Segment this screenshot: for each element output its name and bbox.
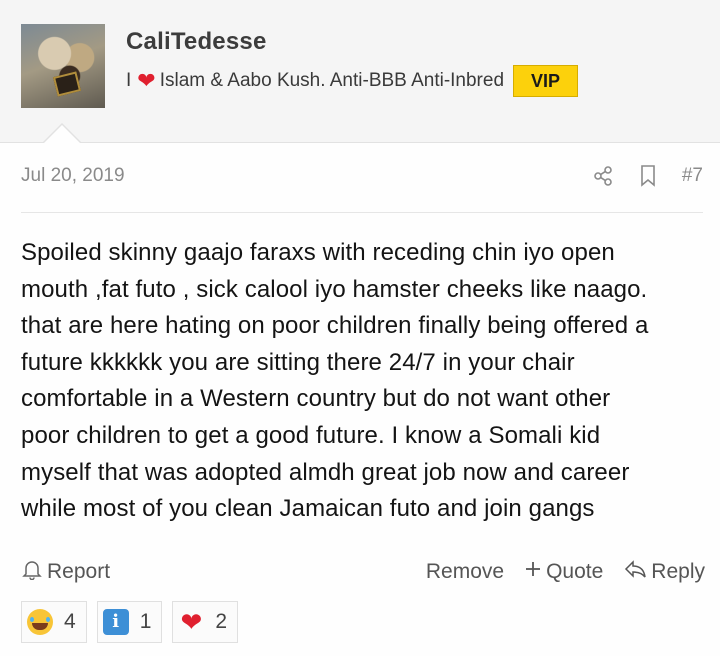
post-actions: Report Remove Quote Reply (21, 558, 705, 586)
bookmark-icon[interactable] (638, 164, 658, 188)
post-meta: Jul 20, 2019 #7 (21, 162, 703, 190)
plus-icon (524, 560, 542, 584)
reply-label: Reply (651, 560, 705, 583)
report-button[interactable]: Report (21, 558, 110, 586)
tagline-prefix: I (126, 70, 132, 91)
heart-icon: ❤ (180, 607, 203, 637)
reaction-count: 1 (139, 610, 152, 633)
post-line: myself that was adopted almdh great job … (21, 458, 630, 486)
vip-badge: VIP (513, 65, 579, 97)
post-number[interactable]: #7 (682, 165, 703, 187)
reaction-bar: 4 i 1 ❤ 2 (21, 601, 239, 643)
username[interactable]: CaliTedesse (126, 28, 267, 56)
post-line: while most of you clean Jamaican futo an… (21, 495, 595, 523)
quote-button[interactable]: Quote (524, 560, 603, 584)
reply-arrow-icon (623, 558, 647, 586)
heart-icon: ❤ (137, 68, 156, 93)
reaction-heart[interactable]: ❤ 2 (172, 601, 239, 643)
information-icon: i (102, 608, 130, 636)
tagline-text: Islam & Aabo Kush. Anti-BBB Anti-Inbred (159, 70, 505, 91)
laughing-face-icon (26, 608, 54, 636)
remove-label: Remove (425, 560, 505, 583)
share-icon[interactable] (592, 165, 614, 187)
post-line: future kkkkkk you are sitting there 24/7… (21, 348, 575, 376)
bell-icon (21, 558, 43, 586)
post-line: Spoiled skinny gaajo faraxs with recedin… (21, 239, 615, 266)
user-tagline: I ❤ Islam & Aabo Kush. Anti-BBB Anti-Inb… (126, 65, 579, 97)
post-line: comfortable in a Western country but do … (21, 385, 611, 413)
post-line: mouth ,fat futo , sick calool iyo hamste… (21, 275, 648, 303)
reaction-info[interactable]: i 1 (96, 601, 163, 643)
reaction-count: 4 (64, 610, 76, 633)
post-line: poor children to get a good future. I kn… (21, 421, 601, 449)
divider (21, 212, 703, 213)
remove-button[interactable]: Remove (426, 560, 504, 584)
reply-button[interactable]: Reply (623, 558, 705, 586)
user-header: CaliTedesse I ❤ Islam & Aabo Kush. Anti-… (0, 0, 720, 143)
reaction-count: 2 (215, 610, 228, 633)
post-body: Spoiled skinny gaajo faraxs with recedin… (21, 235, 709, 528)
avatar[interactable] (21, 24, 105, 108)
post-date[interactable]: Jul 20, 2019 (21, 165, 125, 187)
quote-label: Quote (546, 560, 604, 583)
post-line: that are here hating on poor children fi… (21, 312, 649, 340)
reaction-laugh[interactable]: 4 (21, 601, 87, 643)
report-label: Report (47, 560, 111, 583)
